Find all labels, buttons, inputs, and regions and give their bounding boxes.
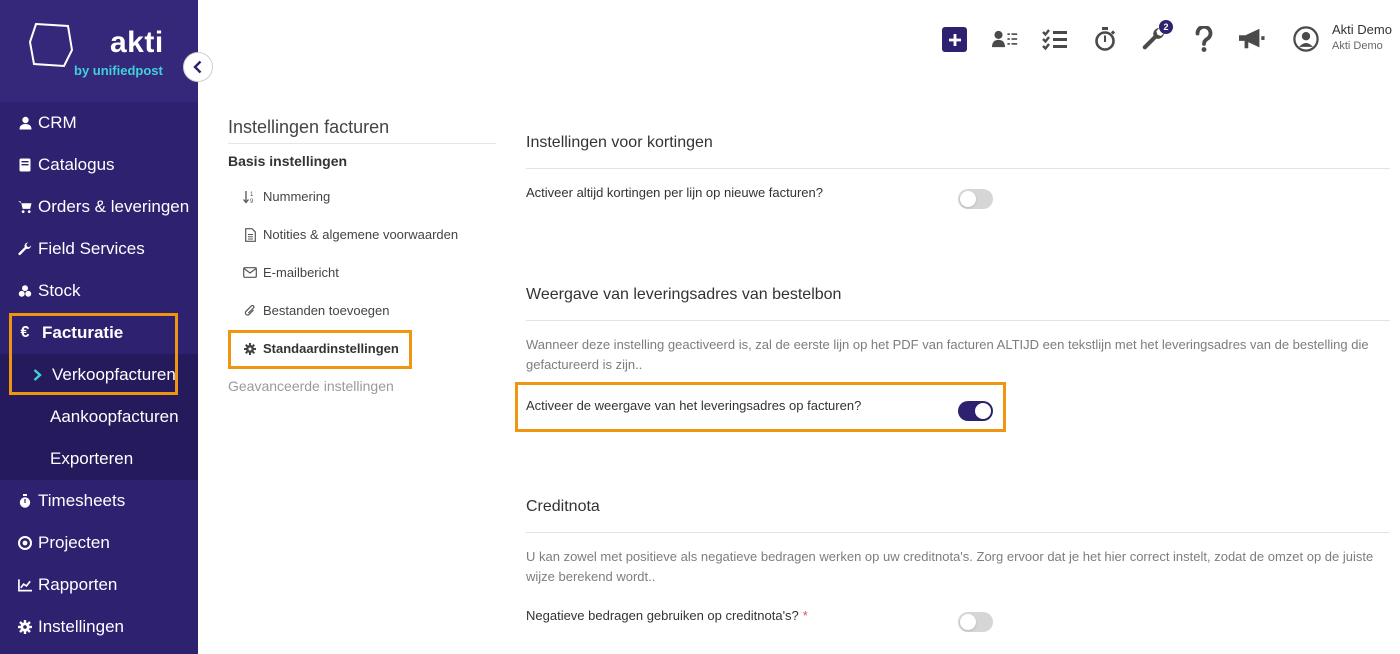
sidebar-item-label: Orders & leveringen [38, 197, 190, 216]
user-circle-icon [1293, 26, 1319, 52]
sidebar-subitem-label: Exporteren [50, 449, 134, 468]
menu-item-label: Notities & algemene voorwaarden [263, 227, 459, 242]
chevron-left-icon [193, 60, 202, 74]
sidebar-header: akti by unifiedpost [0, 0, 198, 102]
toggle-knob [960, 614, 976, 630]
cubes-icon [18, 284, 32, 298]
settings-title: Instellingen facturen [228, 117, 390, 137]
sidebar-item-label: Timesheets [38, 491, 126, 510]
user-avatar[interactable] [1293, 26, 1319, 52]
sidebar-item-projecten[interactable]: Projecten [0, 522, 198, 564]
user-list-icon [992, 30, 1018, 48]
menu-item-emailbericht[interactable]: E-mailbericht [243, 265, 339, 280]
sort-icon: 19 [243, 190, 257, 204]
section-title-kortingen: Instellingen voor kortingen [526, 134, 713, 151]
setting-label-text: Negatieve bedragen gebruiken op creditno… [526, 608, 799, 623]
checklist-icon [1042, 29, 1067, 50]
envelope-icon [243, 267, 257, 278]
toggle-knob [960, 191, 976, 207]
sidebar-item-label: Field Services [38, 239, 145, 258]
divider [526, 168, 1390, 169]
sidebar-item-label: Instellingen [38, 617, 125, 636]
menu-item-bestanden[interactable]: Bestanden toevoegen [243, 303, 390, 318]
creditnota-toggle[interactable] [958, 612, 993, 632]
section-description-leveringsadres: Wanneer deze instelling geactiveerd is, … [526, 337, 1369, 372]
brand-tagline: by unifiedpost [74, 63, 163, 78]
divider [526, 320, 1390, 321]
sidebar-item-catalogus[interactable]: Catalogus [0, 144, 198, 186]
gear-icon [18, 620, 32, 634]
chart-icon [18, 578, 32, 592]
contacts-button[interactable] [992, 26, 1018, 52]
user-name[interactable]: Akti Demo [1332, 22, 1392, 37]
cart-icon [18, 200, 32, 214]
sidebar-subitem-exporteren[interactable]: Exporteren [0, 438, 198, 480]
sidebar-item-stock[interactable]: Stock [0, 270, 198, 312]
section-title-creditnota: Creditnota [526, 498, 600, 515]
section-title-leveringsadres: Weergave van leveringsadres van bestelbo… [526, 286, 842, 303]
announcements-button[interactable] [1239, 26, 1265, 52]
sidebar-item-orders[interactable]: Orders & leveringen [0, 186, 198, 228]
setting-label-kortingen: Activeer altijd kortingen per lijn op ni… [526, 185, 824, 200]
document-icon [243, 227, 257, 242]
sidebar-item-crm[interactable]: CRM [0, 102, 198, 144]
menu-item-label: E-mailbericht [263, 265, 339, 280]
help-button[interactable] [1191, 26, 1217, 52]
brand-name: akti [110, 26, 164, 59]
sidebar-subitem-label: Aankoopfacturen [50, 407, 179, 426]
setting-label-creditnota: Negatieve bedragen gebruiken op creditno… [526, 608, 808, 623]
sidebar-item-label: Stock [38, 281, 81, 300]
sidebar-item-instellingen[interactable]: Instellingen [0, 606, 198, 648]
add-button[interactable] [942, 27, 967, 52]
timer-button[interactable] [1092, 26, 1118, 52]
sidebar-item-label: Rapporten [38, 575, 118, 594]
svg-text:1: 1 [250, 192, 254, 198]
notification-badge: 2 [1159, 20, 1173, 34]
kortingen-toggle[interactable] [958, 189, 993, 209]
tools-button[interactable]: 2 [1141, 20, 1173, 52]
stopwatch-icon [1095, 27, 1116, 51]
sidebar-item-label: CRM [38, 113, 77, 132]
plus-icon [948, 33, 961, 46]
question-icon [1195, 26, 1213, 52]
sidebar-item-label: Projecten [38, 533, 110, 552]
tasks-button[interactable] [1042, 26, 1068, 52]
advanced-settings-link[interactable]: Geavanceerde instellingen [228, 378, 394, 394]
akti-logo-icon [28, 22, 74, 68]
menu-item-label: Bestanden toevoegen [263, 303, 390, 318]
book-icon [18, 158, 32, 172]
divider [526, 532, 1390, 533]
sidebar-item-rapporten[interactable]: Rapporten [0, 564, 198, 606]
stopwatch-icon [18, 494, 32, 508]
user-company: Akti Demo [1332, 40, 1383, 52]
menu-item-label: Nummering [263, 189, 331, 204]
divider [228, 143, 496, 144]
sidebar-item-timesheets[interactable]: Timesheets [0, 480, 198, 522]
user-icon [18, 116, 32, 130]
target-icon [18, 536, 32, 550]
paperclip-icon [243, 304, 257, 318]
menu-item-notities[interactable]: Notities & algemene voorwaarden [243, 227, 458, 242]
menu-item-nummering[interactable]: 19 Nummering [243, 189, 330, 204]
basis-heading[interactable]: Basis instellingen [228, 153, 347, 169]
sidebar-item-label: Catalogus [38, 155, 115, 174]
sidebar-item-field-services[interactable]: Field Services [0, 228, 198, 270]
leveringsadres-highlight [515, 382, 1006, 432]
megaphone-icon [1239, 28, 1265, 49]
sidebar-subitem-aankoopfacturen[interactable]: Aankoopfacturen [0, 396, 198, 438]
sidebar: akti by unifiedpost CRM Catalogus Orders… [0, 0, 198, 654]
sidebar-collapse-button[interactable] [183, 52, 213, 82]
required-marker: * [802, 608, 808, 623]
standaardinstellingen-highlight [228, 330, 412, 369]
facturatie-highlight [9, 313, 178, 395]
section-description-creditnota: U kan zowel met positieve als negatieve … [526, 549, 1374, 584]
wrench-icon [18, 242, 32, 256]
svg-text:9: 9 [250, 199, 254, 204]
